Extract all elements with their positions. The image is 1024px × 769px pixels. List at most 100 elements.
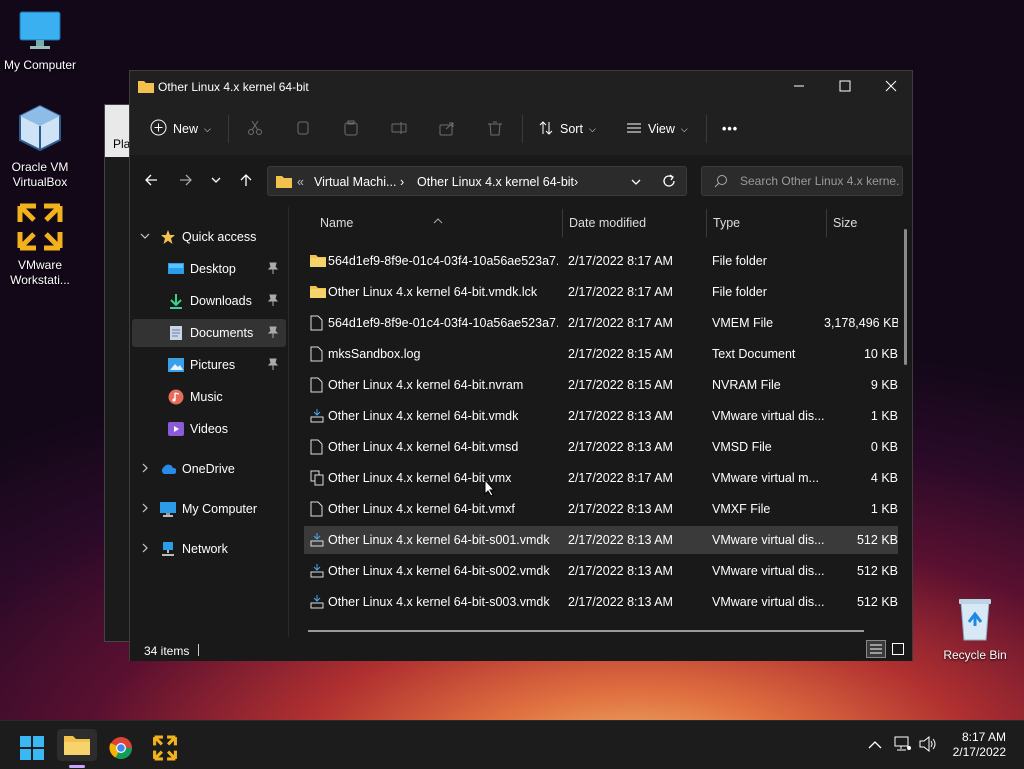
close-button[interactable]	[868, 71, 914, 103]
sidebar-item-music[interactable]: Music	[132, 383, 286, 411]
copy-button[interactable]	[295, 117, 311, 141]
breadcrumb-virtual-machines[interactable]: Virtual Machi...	[314, 175, 396, 189]
sort-button[interactable]: Sort ⌵	[538, 117, 596, 141]
view-button[interactable]: View ⌵	[626, 117, 688, 141]
breadcrumb-current[interactable]: Other Linux 4.x kernel 64-bit	[417, 175, 574, 189]
file-explorer-window[interactable]: Other Linux 4.x kernel 64-bit New ⌵ Sort…	[129, 70, 913, 661]
breadcrumb-overflow[interactable]: «	[297, 175, 304, 189]
desktop-icon-vmware[interactable]: VMware Workstati...	[0, 202, 80, 288]
navigation-pane: Quick access Desktop Downloads Documents…	[130, 207, 290, 637]
delete-button[interactable]	[487, 117, 503, 141]
view-icon	[626, 121, 642, 138]
share-button[interactable]	[439, 117, 455, 141]
file-row[interactable]: mksSandbox.log 2/17/2022 8:15 AM Text Docu…	[304, 340, 898, 368]
volume-icon[interactable]	[919, 735, 937, 755]
sidebar-item-network[interactable]: Network	[132, 535, 286, 563]
close-icon	[885, 80, 897, 95]
file-row[interactable]: Other Linux 4.x kernel 64-bit.vmsd 2/17/2…	[304, 433, 898, 461]
paste-button[interactable]	[343, 117, 359, 141]
desktop-icon-my-computer[interactable]: My Computer	[0, 10, 80, 73]
vertical-scrollbar[interactable]	[904, 229, 907, 365]
file-row[interactable]: Other Linux 4.x kernel 64-bit.vmdk 2/17/2…	[304, 402, 898, 430]
file-row[interactable]: Other Linux 4.x kernel 64-bit-s002.vmdk 2…	[304, 557, 898, 585]
sidebar-item-label: Quick access	[182, 230, 257, 244]
search-input[interactable]	[738, 173, 902, 189]
file-row[interactable]: Other Linux 4.x kernel 64-bit.nvram 2/17/…	[304, 371, 898, 399]
sidebar-item-label: My Computer	[182, 502, 258, 516]
taskbar-file-explorer[interactable]	[57, 729, 97, 761]
column-header-size[interactable]: Size	[833, 207, 857, 239]
minimize-button[interactable]	[776, 71, 822, 103]
file-size: 512 KB	[856, 564, 898, 578]
search-box[interactable]	[701, 166, 903, 196]
taskbar-vmware[interactable]	[145, 729, 185, 769]
column-header-name[interactable]: Name	[320, 207, 353, 239]
column-header-date[interactable]: Date modified	[569, 207, 646, 239]
chevron-up-icon[interactable]	[868, 739, 882, 753]
pin-icon	[267, 358, 279, 373]
forward-button[interactable]	[172, 167, 200, 195]
file-row[interactable]: Other Linux 4.x kernel 64-bit.vmxf 2/17/2…	[304, 495, 898, 523]
start-button[interactable]	[12, 729, 52, 769]
star-icon	[160, 229, 176, 245]
file-row[interactable]: Other Linux 4.x kernel 64-bit.vmx 2/17/20…	[304, 464, 898, 492]
recent-locations-button[interactable]	[202, 167, 230, 195]
new-button[interactable]: New ⌵	[150, 117, 211, 141]
sidebar-item-quick-access[interactable]: Quick access	[132, 223, 286, 251]
file-size: 1 KB	[870, 502, 898, 516]
system-clock[interactable]: 8:17 AM 2/17/2022	[953, 730, 1006, 760]
rename-button[interactable]	[391, 117, 407, 141]
sidebar-item-videos[interactable]: Videos	[132, 415, 286, 443]
file-row[interactable]: 564d1ef9-8f9e-01c4-03f4-10a56ae523a7.v..…	[304, 309, 898, 337]
cut-button[interactable]	[247, 117, 263, 141]
sidebar-item-desktop[interactable]: Desktop	[132, 255, 286, 283]
title-bar[interactable]: Other Linux 4.x kernel 64-bit	[130, 71, 912, 103]
sidebar-item-onedrive[interactable]: OneDrive	[132, 455, 286, 483]
column-divider[interactable]	[826, 209, 827, 237]
taskbar-chrome[interactable]	[101, 729, 141, 769]
file-row[interactable]: Other Linux 4.x kernel 64-bit-s001.vmdk 2…	[304, 526, 898, 554]
file-row[interactable]: Other Linux 4.x kernel 64-bit.vmdk.lck 2/…	[304, 278, 898, 306]
chevron-down-icon	[210, 173, 222, 189]
network-icon[interactable]	[894, 736, 912, 755]
large-icons-view-icon[interactable]	[889, 640, 907, 658]
item-count: 34 items	[144, 644, 190, 658]
column-header-type[interactable]: Type	[713, 207, 740, 239]
vmware-icon	[152, 735, 178, 764]
refresh-icon[interactable]	[662, 174, 676, 191]
back-button[interactable]	[137, 167, 165, 195]
column-divider[interactable]	[706, 209, 707, 237]
file-date: 2/17/2022 8:15 AM	[568, 378, 673, 392]
file-name: 564d1ef9-8f9e-01c4-03f4-10a56ae523a7.v..…	[328, 316, 558, 330]
address-bar[interactable]: « Virtual Machi... › Other Linux 4.x ker…	[267, 166, 687, 196]
file-date: 2/17/2022 8:13 AM	[568, 440, 673, 454]
sidebar-item-my-computer[interactable]: My Computer	[132, 495, 286, 523]
desktop-icon-virtualbox[interactable]: Oracle VM VirtualBox	[0, 104, 80, 190]
file-row[interactable]: Other Linux 4.x kernel 64-bit-s003.vmdk 2…	[304, 588, 898, 616]
file-name: Other Linux 4.x kernel 64-bit.vmdk.lck	[328, 285, 538, 299]
sidebar-item-pictures[interactable]: Pictures	[132, 351, 286, 379]
desktop-icon-recycle-bin[interactable]: Recycle Bin	[935, 596, 1015, 663]
maximize-button[interactable]	[822, 71, 868, 103]
address-dropdown-icon[interactable]	[630, 176, 642, 191]
chevron-right-icon[interactable]	[140, 543, 150, 555]
sidebar-item-downloads[interactable]: Downloads	[132, 287, 286, 315]
chevron-right-icon[interactable]	[140, 463, 150, 475]
column-divider[interactable]	[562, 209, 563, 237]
details-view-icon[interactable]	[866, 640, 886, 658]
more-options-button[interactable]: •••	[722, 117, 738, 141]
file-icon	[310, 346, 324, 362]
chevron-down-icon[interactable]	[140, 231, 150, 243]
horizontal-scrollbar[interactable]	[308, 630, 864, 632]
chevron-right-icon[interactable]	[140, 503, 150, 515]
up-button[interactable]	[232, 167, 260, 195]
arrow-left-icon	[144, 173, 158, 190]
file-type: VMEM File	[712, 316, 774, 330]
file-row[interactable]: 564d1ef9-8f9e-01c4-03f4-10a56ae523a7.v..…	[304, 247, 898, 275]
file-type: Text Document	[712, 347, 796, 361]
window-title: Other Linux 4.x kernel 64-bit	[158, 80, 309, 94]
sidebar-item-documents[interactable]: Documents	[132, 319, 286, 347]
folder-icon	[276, 174, 292, 191]
file-size: 0 KB	[870, 440, 898, 454]
pane-divider[interactable]	[288, 207, 289, 637]
